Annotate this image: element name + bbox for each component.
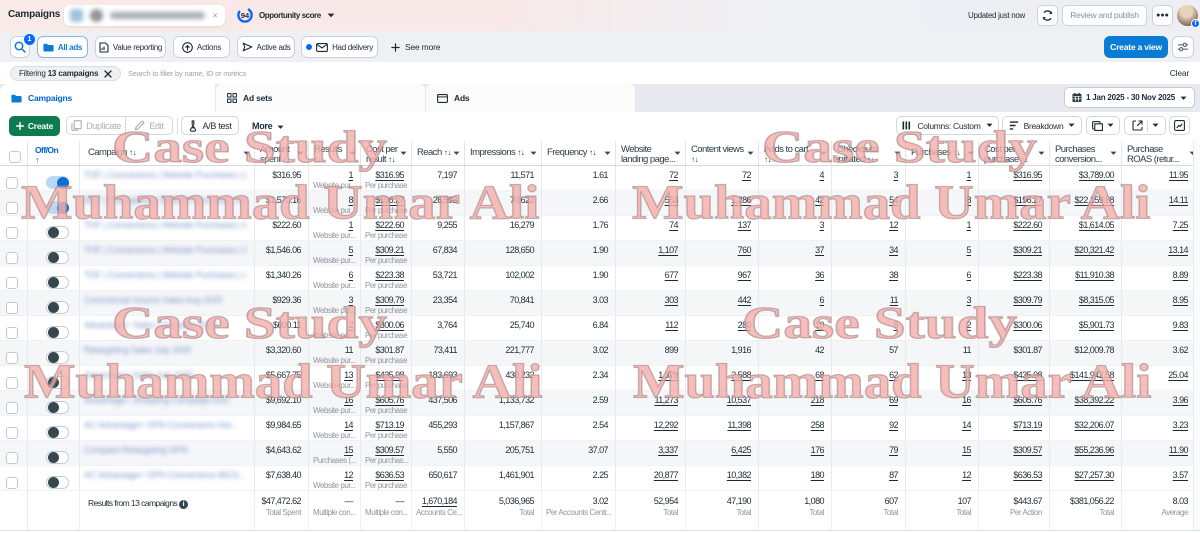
svg-text:94: 94: [241, 11, 250, 20]
